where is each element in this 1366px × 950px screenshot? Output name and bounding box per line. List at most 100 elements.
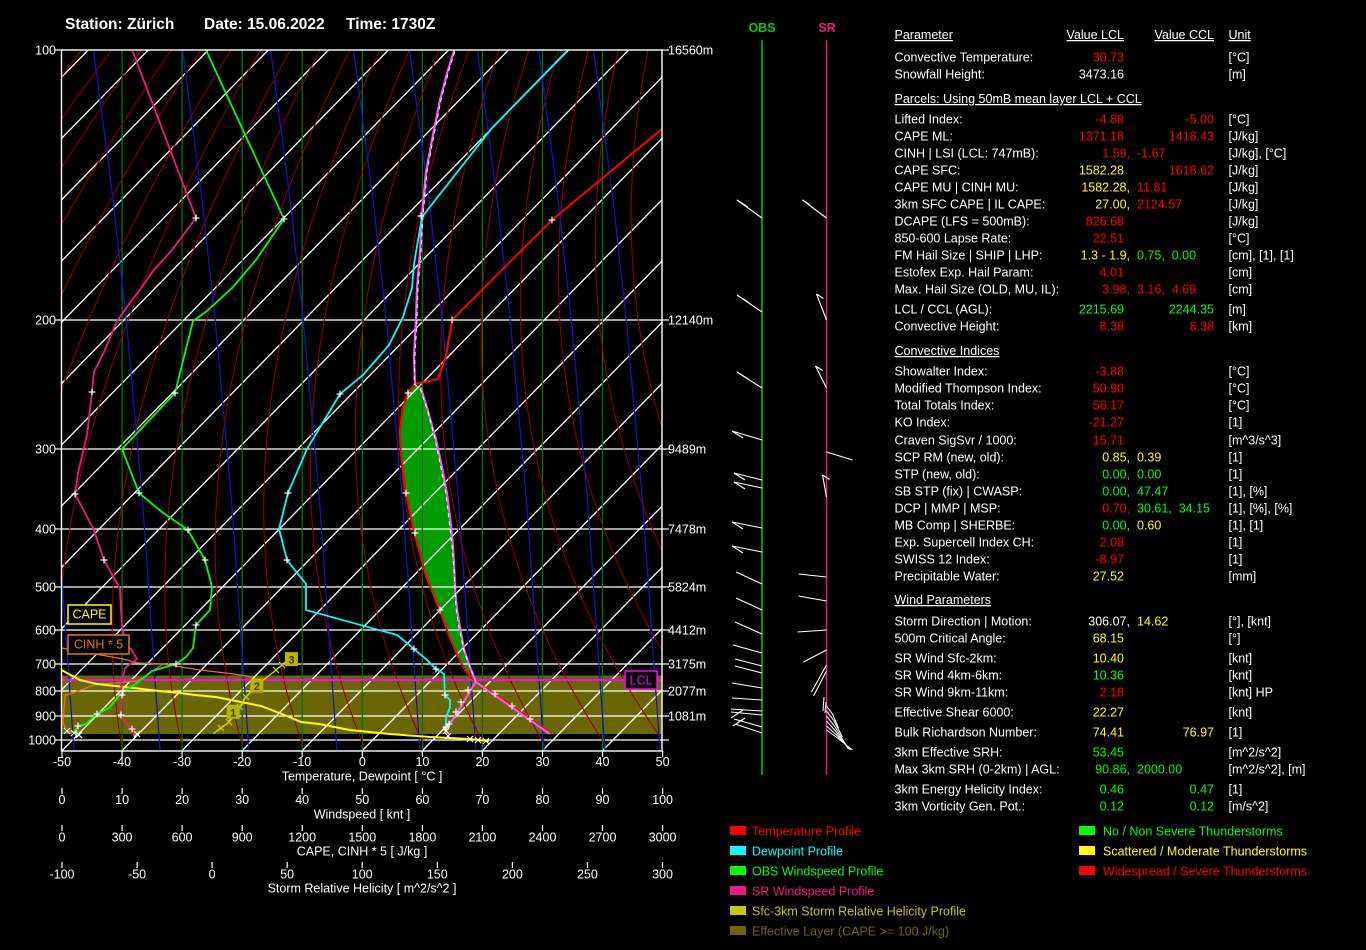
svg-text:3km Vorticity Gen. Pot.:: 3km Vorticity Gen. Pot.: <box>895 800 1026 814</box>
svg-text:Lifted Index:: Lifted Index: <box>895 113 963 127</box>
svg-text:-40: -40 <box>113 755 131 769</box>
svg-text:DCAPE (LFS = 500mB):: DCAPE (LFS = 500mB): <box>895 215 1030 229</box>
svg-text:STP (new, old):: STP (new, old): <box>895 468 980 482</box>
svg-text:[m/s^2]: [m/s^2] <box>1229 800 1269 814</box>
svg-text:1418.43: 1418.43 <box>1169 130 1214 144</box>
svg-text:Storm Direction | Motion:: Storm Direction | Motion: <box>895 615 1032 629</box>
svg-text:50: 50 <box>355 793 369 807</box>
svg-text:47.47: 47.47 <box>1137 485 1168 499</box>
svg-text:[m^3/s^3]: [m^3/s^3] <box>1229 434 1282 448</box>
svg-text:60: 60 <box>415 793 429 807</box>
svg-text:[knt]: [knt] <box>1229 706 1253 720</box>
svg-text:[J/kg]: [J/kg] <box>1229 164 1259 178</box>
svg-text:Windspeed [ knt ]: Windspeed [ knt ] <box>314 808 411 822</box>
svg-text:[knt]: [knt] <box>1229 652 1253 666</box>
svg-text:22.51: 22.51 <box>1093 232 1124 246</box>
svg-text:OBS Windspeed Profile: OBS Windspeed Profile <box>752 865 883 879</box>
svg-text:2.08: 2.08 <box>1100 536 1124 550</box>
svg-text:0: 0 <box>59 831 66 845</box>
svg-text:Widespread / Severe Thundersto: Widespread / Severe Thunderstorms <box>1103 865 1307 879</box>
svg-text:Max 3km SRH (0-2km) | AGL:: Max 3km SRH (0-2km) | AGL: <box>895 763 1060 777</box>
svg-text:Parcels: Using 50mB mean layer: Parcels: Using 50mB mean layer LCL + CCL <box>895 92 1142 106</box>
svg-text:[m]: [m] <box>1229 68 1246 82</box>
svg-text:40: 40 <box>295 793 309 807</box>
svg-text:2700: 2700 <box>589 831 617 845</box>
svg-text:1582.28,: 1582.28, <box>1081 181 1130 195</box>
svg-text:27.52: 27.52 <box>1093 570 1124 584</box>
svg-text:[1], [%], [%]: [1], [%], [%] <box>1229 502 1293 516</box>
svg-text:LCL / CCL (AGL):: LCL / CCL (AGL): <box>895 303 993 317</box>
svg-text:900: 900 <box>35 710 56 724</box>
svg-text:SWISS 12 Index:: SWISS 12 Index: <box>895 553 990 567</box>
svg-text:306.07,: 306.07, <box>1088 615 1130 629</box>
svg-text:CAPE, CINH * 5 [ J/kg ]: CAPE, CINH * 5 [ J/kg ] <box>297 845 428 859</box>
svg-text:56.17: 56.17 <box>1093 399 1124 413</box>
svg-text:100: 100 <box>35 44 56 58</box>
svg-text:[1], [%]: [1], [%] <box>1229 485 1268 499</box>
svg-text:100: 100 <box>652 793 673 807</box>
svg-text:50: 50 <box>656 755 670 769</box>
svg-text:10.36: 10.36 <box>1093 669 1124 683</box>
svg-text:900: 900 <box>232 831 253 845</box>
svg-text:15.71: 15.71 <box>1093 434 1124 448</box>
svg-text:SR Wind Sfc-2km:: SR Wind Sfc-2km: <box>895 652 997 666</box>
svg-text:CAPE MU | CINH MU:: CAPE MU | CINH MU: <box>895 181 1019 195</box>
svg-text:0: 0 <box>59 793 66 807</box>
svg-text:[m^2/s^2], [m]: [m^2/s^2], [m] <box>1229 763 1306 777</box>
svg-text:-5.00: -5.00 <box>1186 113 1215 127</box>
svg-text:300: 300 <box>35 443 56 457</box>
svg-text:Exp. Supercell Index CH:: Exp. Supercell Index CH: <box>895 536 1035 550</box>
svg-text:SCP RM (new, old):: SCP RM (new, old): <box>895 451 1005 465</box>
svg-text:1582.28: 1582.28 <box>1079 164 1124 178</box>
svg-text:0.12: 0.12 <box>1100 800 1124 814</box>
svg-text:4412m: 4412m <box>668 624 706 638</box>
svg-text:22.27: 22.27 <box>1093 706 1124 720</box>
svg-text:-1.67: -1.67 <box>1137 147 1166 161</box>
svg-text:150: 150 <box>427 868 448 882</box>
svg-text:0.12: 0.12 <box>1190 800 1214 814</box>
svg-text:2400: 2400 <box>529 831 557 845</box>
svg-text:4.01: 4.01 <box>1100 266 1124 280</box>
svg-text:0: 0 <box>209 868 216 882</box>
svg-text:SR Wind 4km-6km:: SR Wind 4km-6km: <box>895 669 1003 683</box>
svg-text:[1]: [1] <box>1229 416 1243 430</box>
svg-text:[°], [knt]: [°], [knt] <box>1229 615 1272 629</box>
svg-text:10: 10 <box>415 755 429 769</box>
svg-text:0.39: 0.39 <box>1137 451 1161 465</box>
svg-text:2: 2 <box>254 681 260 693</box>
svg-text:No / Non Severe Thunderstorms: No / Non Severe Thunderstorms <box>1103 825 1283 839</box>
svg-text:30.73: 30.73 <box>1093 51 1124 65</box>
svg-text:Convective Temperature:: Convective Temperature: <box>895 51 1034 65</box>
svg-text:200: 200 <box>502 868 523 882</box>
svg-text:0.00,: 0.00, <box>1102 519 1130 533</box>
svg-text:-8.97: -8.97 <box>1096 553 1125 567</box>
svg-text:CAPE: CAPE <box>72 608 106 622</box>
svg-text:0.60: 0.60 <box>1137 519 1161 533</box>
svg-text:74.41: 74.41 <box>1093 726 1124 740</box>
svg-text:[J/kg]: [J/kg] <box>1229 198 1259 212</box>
svg-text:Max. Hail Size (OLD, MU, IL):: Max. Hail Size (OLD, MU, IL): <box>895 283 1060 297</box>
svg-text:20: 20 <box>475 755 489 769</box>
svg-text:[1], [1]: [1], [1] <box>1229 519 1264 533</box>
svg-text:Unit: Unit <box>1229 28 1252 42</box>
svg-text:200: 200 <box>35 314 56 328</box>
svg-text:[m]: [m] <box>1229 303 1246 317</box>
svg-text:[1]: [1] <box>1229 553 1243 567</box>
svg-text:Convective Height:: Convective Height: <box>895 320 1000 334</box>
svg-text:KO Index:: KO Index: <box>895 416 951 430</box>
svg-text:500: 500 <box>35 581 56 595</box>
svg-text:SR Wind 9km-11km:: SR Wind 9km-11km: <box>895 686 1009 700</box>
svg-text:1.3 - 1.9,: 1.3 - 1.9, <box>1081 249 1130 263</box>
svg-text:Modified Thompson Index:: Modified Thompson Index: <box>895 382 1042 396</box>
svg-text:[°C]: [°C] <box>1229 232 1250 246</box>
svg-text:3.98,: 3.98, <box>1102 283 1130 297</box>
svg-text:300: 300 <box>112 831 133 845</box>
svg-text:8.38: 8.38 <box>1100 320 1124 334</box>
svg-text:-30: -30 <box>173 755 191 769</box>
svg-text:700: 700 <box>35 658 56 672</box>
svg-text:1500: 1500 <box>348 831 376 845</box>
svg-text:Temperature Profile: Temperature Profile <box>752 825 861 839</box>
svg-text:-100: -100 <box>49 868 74 882</box>
svg-text:DCP | MMP | MSP:: DCP | MMP | MSP: <box>895 502 1001 516</box>
svg-text:0.00: 0.00 <box>1137 468 1161 482</box>
